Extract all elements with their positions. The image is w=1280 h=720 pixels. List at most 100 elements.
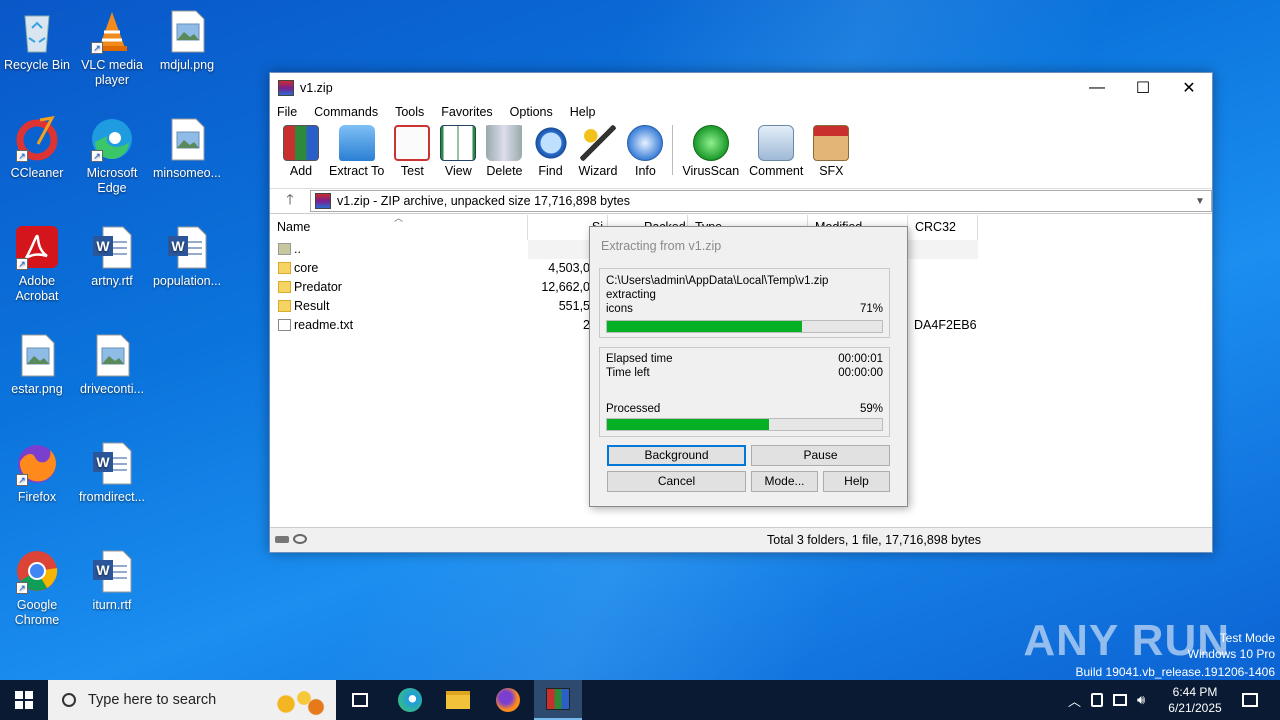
- menu-help[interactable]: Help: [570, 105, 596, 119]
- up-arrow-icon[interactable]: 🡑: [270, 189, 310, 213]
- recycle-bin-icon: [14, 8, 60, 54]
- shortcut-arrow-icon: ↗: [16, 150, 28, 162]
- toolbar: Add Extract To Test View Delete Find Wiz…: [270, 122, 1212, 182]
- virusscan-label: VirusScan: [682, 164, 740, 178]
- desktop-icon-iturn[interactable]: W iturn.rtf: [75, 548, 149, 613]
- column-header-name[interactable]: Name ︿: [270, 213, 528, 240]
- desktop-icon-firefox[interactable]: ↗ Firefox: [0, 440, 74, 505]
- desktop-icon-mdjul[interactable]: mdjul.png: [150, 8, 224, 73]
- taskbar-file-explorer[interactable]: [434, 680, 482, 720]
- desktop-icon-chrome[interactable]: ↗ Google Chrome: [0, 548, 74, 628]
- minimize-button[interactable]: —: [1074, 73, 1120, 102]
- extract-to-label: Extract To: [329, 164, 385, 178]
- taskbar-winrar[interactable]: [534, 680, 582, 720]
- volume-icon[interactable]: 🔊︎: [1137, 692, 1145, 708]
- task-view-button[interactable]: [336, 680, 384, 720]
- info-button[interactable]: Info: [622, 125, 668, 178]
- time-left-label: Time left: [606, 367, 650, 379]
- column-header-crc32[interactable]: CRC32: [908, 215, 978, 240]
- file-progress-fill: [607, 321, 803, 332]
- menu-file[interactable]: File: [277, 105, 297, 119]
- comment-button[interactable]: Comment: [744, 125, 808, 178]
- window-title: v1.zip: [300, 80, 333, 95]
- desktop-icon-label: Recycle Bin: [4, 58, 70, 72]
- comment-bubble-icon: [758, 125, 795, 161]
- maximize-button[interactable]: ☐: [1120, 73, 1166, 102]
- find-button[interactable]: Find: [528, 125, 574, 178]
- desktop-icon-artny[interactable]: W artny.rtf: [75, 224, 149, 289]
- test-clipboard-icon: [394, 125, 431, 161]
- file-percent: 71%: [859, 303, 883, 315]
- sort-arrow-icon: ︿: [394, 213, 404, 223]
- menu-commands[interactable]: Commands: [314, 105, 378, 119]
- desktop-icon-driveconti[interactable]: driveconti...: [75, 332, 149, 397]
- desktop-icon-label: CCleaner: [10, 166, 64, 180]
- view-button[interactable]: View: [435, 125, 481, 178]
- dialog-title: Extracting from v1.zip: [601, 239, 722, 253]
- mode-button[interactable]: Mode...: [751, 471, 818, 492]
- menu-favorites[interactable]: Favorites: [441, 105, 492, 119]
- test-mode-text: Test Mode: [1219, 631, 1275, 645]
- elapsed-label: Elapsed time: [606, 353, 673, 365]
- taskbar-search-box[interactable]: Type here to search: [48, 680, 336, 720]
- trash-bin-icon: [486, 125, 523, 161]
- sfx-button[interactable]: SFX: [808, 125, 854, 178]
- add-archive-icon: [283, 125, 319, 161]
- desktop-icon-fromdirect[interactable]: W fromdirect...: [75, 440, 149, 505]
- info-icon: [627, 125, 664, 161]
- desktop-icon-label: Adobe Acrobat: [15, 274, 59, 303]
- winrar-app-icon: [278, 79, 294, 96]
- security-icon[interactable]: [1091, 693, 1104, 707]
- pause-button[interactable]: Pause: [751, 445, 890, 466]
- title-bar[interactable]: v1.zip — ☐ ✕: [270, 73, 1212, 102]
- desktop-icon-label: fromdirect...: [79, 490, 145, 504]
- chevron-up-icon[interactable]: ︿: [1068, 691, 1081, 710]
- test-label: Test: [400, 164, 424, 178]
- chevron-down-icon[interactable]: ▼: [1195, 196, 1211, 207]
- desktop-icon-estar[interactable]: estar.png: [0, 332, 74, 397]
- start-button[interactable]: [0, 680, 48, 720]
- sfx-label: SFX: [819, 164, 844, 178]
- desktop-icon-label: mdjul.png: [159, 58, 215, 72]
- network-icon[interactable]: [1113, 694, 1128, 706]
- address-bar: 🡑 v1.zip - ZIP archive, unpacked size 17…: [270, 188, 1212, 214]
- taskbar-edge[interactable]: [386, 680, 434, 720]
- extract-to-button[interactable]: Extract To: [324, 125, 389, 178]
- desktop-icon-edge[interactable]: ↗ Microsoft Edge: [75, 116, 149, 196]
- virusscan-button[interactable]: VirusScan: [677, 125, 744, 178]
- cancel-button[interactable]: Cancel: [607, 471, 746, 492]
- chrome-icon: ↗: [14, 548, 60, 594]
- word-doc-icon: W: [164, 224, 210, 270]
- menu-tools[interactable]: Tools: [395, 105, 424, 119]
- close-button[interactable]: ✕: [1166, 73, 1212, 102]
- wizard-button[interactable]: Wizard: [574, 125, 623, 178]
- drive-icon[interactable]: [275, 536, 289, 543]
- extract-folder-icon: [338, 125, 375, 161]
- desktop-icon-recycle-bin[interactable]: Recycle Bin: [0, 8, 74, 73]
- info-label: Info: [634, 164, 656, 178]
- desktop-icon-acrobat[interactable]: ↗ Adobe Acrobat: [0, 224, 74, 304]
- test-button[interactable]: Test: [389, 125, 435, 178]
- taskbar-firefox[interactable]: [484, 680, 532, 720]
- current-file: icons: [606, 303, 633, 315]
- desktop-icon-population[interactable]: W population...: [150, 224, 224, 289]
- sfx-box-icon: [813, 125, 850, 161]
- notification-center-button[interactable]: [1226, 680, 1274, 720]
- desktop-icon-minsomeo[interactable]: minsomeo...: [150, 116, 224, 181]
- notification-icon: [1242, 693, 1258, 707]
- add-button[interactable]: Add: [278, 125, 324, 178]
- wizard-label: Wizard: [578, 164, 618, 178]
- shortcut-arrow-icon: ↗: [91, 42, 103, 54]
- delete-button[interactable]: Delete: [481, 125, 527, 178]
- clock-date: 6/21/2025: [1168, 701, 1222, 715]
- windows-logo-icon: [15, 691, 33, 709]
- desktop-icon-vlc[interactable]: ↗ VLC media player: [75, 8, 149, 88]
- desktop-icon-ccleaner[interactable]: ↗ CCleaner: [0, 116, 74, 181]
- archive-path-field[interactable]: v1.zip - ZIP archive, unpacked size 17,7…: [310, 190, 1212, 212]
- background-button[interactable]: Background: [607, 445, 746, 466]
- help-button[interactable]: Help: [823, 471, 890, 492]
- processed-progress-bar: [606, 418, 883, 431]
- clock[interactable]: 6:44 PM 6/21/2025: [1162, 680, 1228, 720]
- menu-options[interactable]: Options: [510, 105, 553, 119]
- key-icon[interactable]: [293, 534, 307, 544]
